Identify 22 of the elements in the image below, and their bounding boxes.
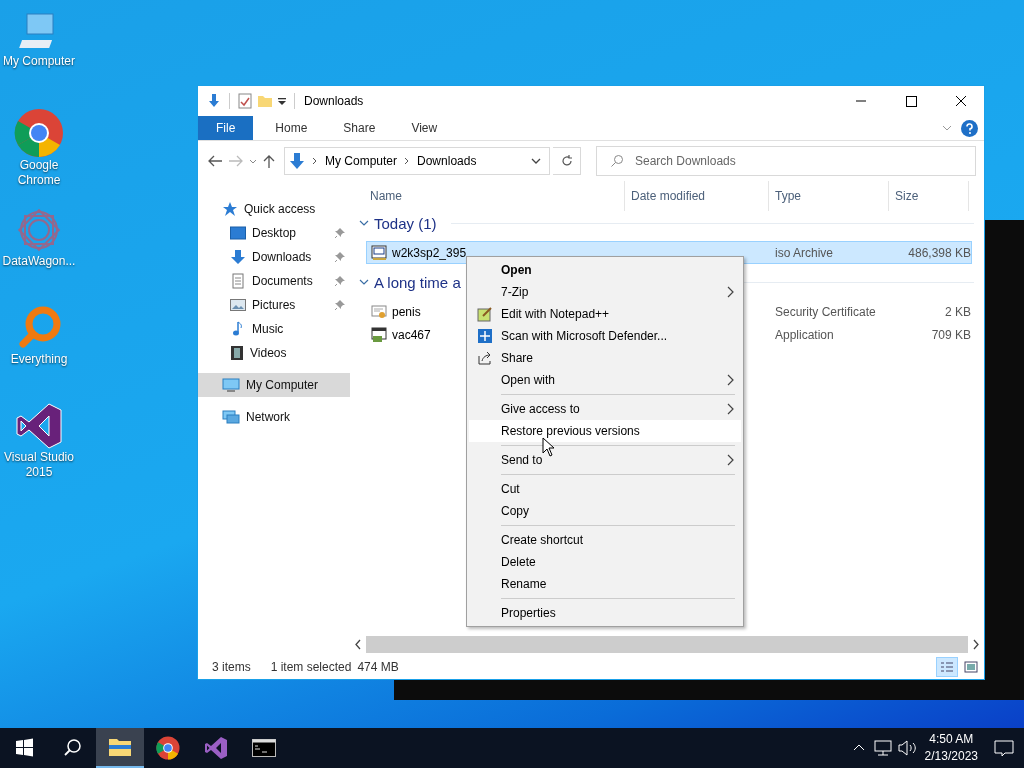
nav-label: Quick access — [244, 202, 316, 216]
file-size: 2 KB — [944, 304, 971, 319]
file-name: penis — [392, 304, 421, 319]
nav-label: My Computer — [246, 378, 319, 392]
file-type: iso Archive — [775, 245, 835, 260]
file-size: 486,398 KB — [907, 245, 971, 260]
file-type: Application — [775, 327, 835, 342]
nav-label: Videos — [250, 346, 287, 360]
nav-label: Desktop — [252, 226, 297, 240]
file-size: 709 KB — [930, 327, 971, 342]
status-text: 474 MB — [357, 660, 399, 674]
window-title: Downloads — [304, 94, 364, 108]
status-text: 3 items — [212, 660, 251, 674]
nav-label: Network — [246, 410, 290, 424]
file-name: w2k3sp2_395 — [392, 245, 467, 260]
nav-label: Downloads — [252, 250, 312, 264]
nav-label: Documents — [252, 274, 313, 288]
nav-label: Pictures — [252, 298, 296, 312]
file-name: vac467 — [392, 327, 431, 342]
nav-label: Music — [252, 322, 284, 336]
file-type: Security Certificate — [775, 304, 877, 319]
status-text: 1 item selected — [270, 660, 352, 674]
